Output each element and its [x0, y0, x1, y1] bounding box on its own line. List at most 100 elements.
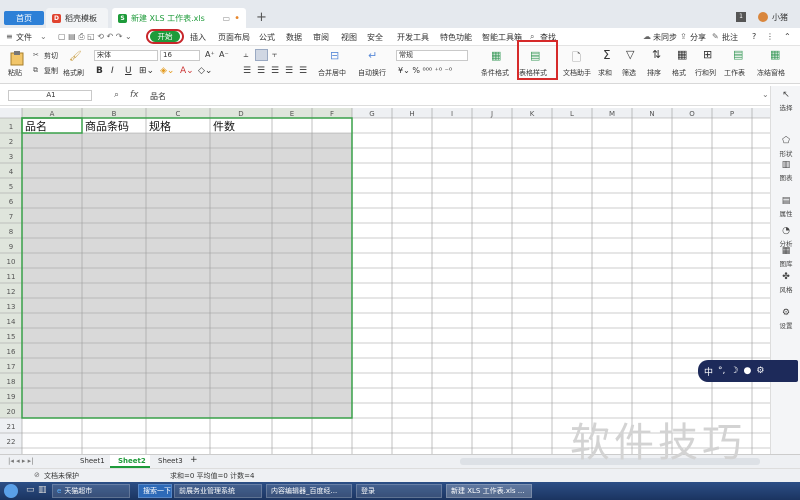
copy-button[interactable]: 复制 — [44, 66, 58, 76]
new-tab-icon[interactable]: + — [256, 10, 267, 25]
menu-page-layout[interactable]: 页面布局 — [218, 32, 250, 43]
share-label[interactable]: 分享 — [690, 32, 706, 43]
freeze-panes-button[interactable]: 冻结窗格 — [757, 68, 785, 78]
header-cell[interactable]: 件数 — [213, 120, 235, 133]
protect-status[interactable]: 文档未保护 — [44, 471, 79, 481]
right-panel-item-2[interactable]: 图表 — [771, 172, 800, 182]
menu-formula[interactable]: 公式 — [259, 32, 275, 43]
row-header[interactable]: 6 — [9, 198, 14, 206]
right-panel-icon-3[interactable]: ▤ — [771, 196, 800, 206]
column-header-G[interactable]: G — [369, 110, 374, 118]
header-cell[interactable]: 规格 — [149, 119, 171, 133]
right-panel-item-0[interactable]: 选择 — [771, 102, 800, 112]
column-header-H[interactable]: H — [409, 110, 414, 118]
row-col-button[interactable]: 行和列 — [695, 68, 716, 78]
align-bottom-icon[interactable]: ⫟ — [272, 50, 277, 60]
tab-unsaved-dot-icon[interactable]: • — [234, 13, 240, 24]
align-middle-icon[interactable] — [255, 49, 268, 61]
annotate-label[interactable]: 批注 — [722, 32, 738, 43]
quick-tools[interactable]: ▢ ▤ ⎙ ◱ ⟲ ↶ ↷ ⌄ — [58, 32, 132, 42]
conditional-format-button[interactable]: 条件格式 — [481, 68, 509, 78]
help-icon[interactable]: ? — [752, 32, 756, 41]
row-header[interactable]: 2 — [9, 138, 13, 146]
fx-label[interactable]: fx — [130, 90, 139, 100]
row-header[interactable]: 15 — [7, 333, 16, 341]
tab-daoke-templates[interactable]: D 稻壳模板 — [46, 8, 108, 28]
row-header[interactable]: 12 — [7, 288, 16, 296]
file-chevron-icon[interactable]: ⌄ — [40, 32, 47, 41]
ime-settings-icon[interactable]: ⚙ — [756, 366, 764, 376]
desktop-icon[interactable]: ▭ — [26, 485, 35, 495]
distribute-icon[interactable]: ☰ — [299, 66, 307, 76]
sheet-tab-3[interactable]: Sheet3 — [158, 457, 183, 465]
right-panel-icon-0[interactable]: ↖ — [771, 90, 800, 100]
cut-icon[interactable]: ✂ — [33, 51, 39, 59]
sheet-nav-icons[interactable]: |◂ ◂ ▸ ▸| — [8, 457, 33, 465]
paste-icon[interactable] — [10, 50, 24, 66]
cloud-icon[interactable]: ☁ — [643, 32, 651, 41]
spreadsheet-grid[interactable]: A B C D E F G H I J K L M N O P 1 2 3 4 5 6 7 8 9 10 11 12 13 14 15 16 1… — [0, 108, 770, 454]
row-header[interactable]: 11 — [7, 273, 16, 281]
doc-helper-icon[interactable]: 🗋 — [572, 49, 581, 68]
right-panel-icon-7[interactable]: ⚙ — [771, 308, 800, 318]
align-right-icon[interactable]: ☰ — [271, 66, 279, 76]
row-header[interactable]: 7 — [9, 213, 13, 221]
fill-color-icon[interactable]: ◈⌄ — [160, 66, 174, 76]
row-header[interactable]: 19 — [7, 393, 16, 401]
font-color-icon[interactable]: A⌄ — [180, 66, 194, 76]
row-header[interactable]: 5 — [9, 183, 13, 191]
annotate-icon[interactable]: ✎ — [712, 32, 719, 41]
sheet-tab-2[interactable]: Sheet2 — [118, 457, 146, 465]
menu-review[interactable]: 审阅 — [313, 32, 329, 43]
task-tmall[interactable]: e 天猫超市 — [52, 484, 130, 498]
menu-smart-toolbox[interactable]: 智能工具箱 — [482, 32, 522, 43]
right-panel-icon-2[interactable]: ▥ — [771, 160, 800, 170]
column-header-K[interactable]: K — [530, 110, 535, 118]
row-header[interactable]: 20 — [7, 408, 16, 416]
hamburger-icon[interactable]: ≡ — [6, 32, 13, 41]
tab-home[interactable]: 首页 — [4, 11, 44, 25]
ime-lang[interactable]: 中 — [704, 365, 713, 378]
cut-button[interactable]: 剪切 — [44, 51, 58, 61]
ime-moon-icon[interactable]: ☽ — [730, 366, 738, 376]
task-wps[interactable]: 新建 XLS 工作表.xls ... — [446, 484, 532, 498]
ime-skin-icon[interactable]: ● — [743, 366, 751, 376]
right-panel-icon-1[interactable]: ⬠ — [771, 136, 800, 146]
worksheet-button[interactable]: 工作表 — [724, 68, 745, 78]
column-header-J[interactable]: J — [490, 110, 493, 118]
filter-button[interactable]: 筛选 — [622, 68, 636, 78]
bold-button[interactable]: B — [96, 66, 103, 76]
border-icon[interactable]: ⊞⌄ — [139, 66, 154, 76]
menu-insert[interactable]: 插入 — [190, 32, 206, 43]
column-header-E[interactable]: E — [290, 110, 294, 118]
format-button[interactable]: 格式 — [672, 68, 686, 78]
right-panel-item-1[interactable]: 形状 — [771, 148, 800, 158]
number-format-select[interactable]: 常规 — [396, 50, 468, 61]
conditional-format-icon[interactable]: ▦ — [491, 49, 501, 62]
table-style-button[interactable]: 表格样式 — [519, 68, 547, 78]
column-header-L[interactable]: L — [570, 110, 574, 118]
clear-format-icon[interactable]: ◇⌄ — [198, 66, 212, 76]
row-header[interactable]: 1 — [9, 123, 13, 131]
grow-font-icon[interactable]: A⁺ — [205, 50, 215, 59]
tab-document[interactable]: S 新建 XLS 工作表.xls ▭ • — [112, 8, 246, 28]
start-icon[interactable] — [4, 484, 18, 498]
right-panel-item-6[interactable]: 风格 — [771, 284, 800, 294]
column-header-P[interactable]: P — [730, 110, 734, 118]
task-login[interactable]: 登录 — [356, 484, 442, 498]
merge-icon[interactable]: ⊟ — [330, 49, 339, 62]
table-style-icon[interactable]: ▤ — [530, 49, 540, 62]
more-icon[interactable]: ⋮ — [766, 32, 774, 41]
rowcol-icon[interactable]: ⊞ — [703, 48, 712, 61]
freeze-icon[interactable]: ▦ — [770, 48, 780, 61]
paste-button[interactable]: 粘贴 — [8, 68, 22, 78]
menu-data[interactable]: 数据 — [286, 32, 302, 43]
format-painter-icon[interactable]: 🖌 — [69, 51, 82, 62]
task-management[interactable]: 前展务业管理系统 — [174, 484, 262, 498]
menu-security[interactable]: 安全 — [367, 32, 383, 43]
align-top-icon[interactable]: ⫠ — [243, 50, 248, 60]
zoom-icon[interactable]: ⌕ — [114, 90, 119, 100]
worksheet-icon[interactable]: ▤ — [733, 48, 743, 61]
tab-doc-window-icon[interactable]: ▭ — [223, 14, 231, 23]
column-header-O[interactable]: O — [689, 110, 695, 118]
